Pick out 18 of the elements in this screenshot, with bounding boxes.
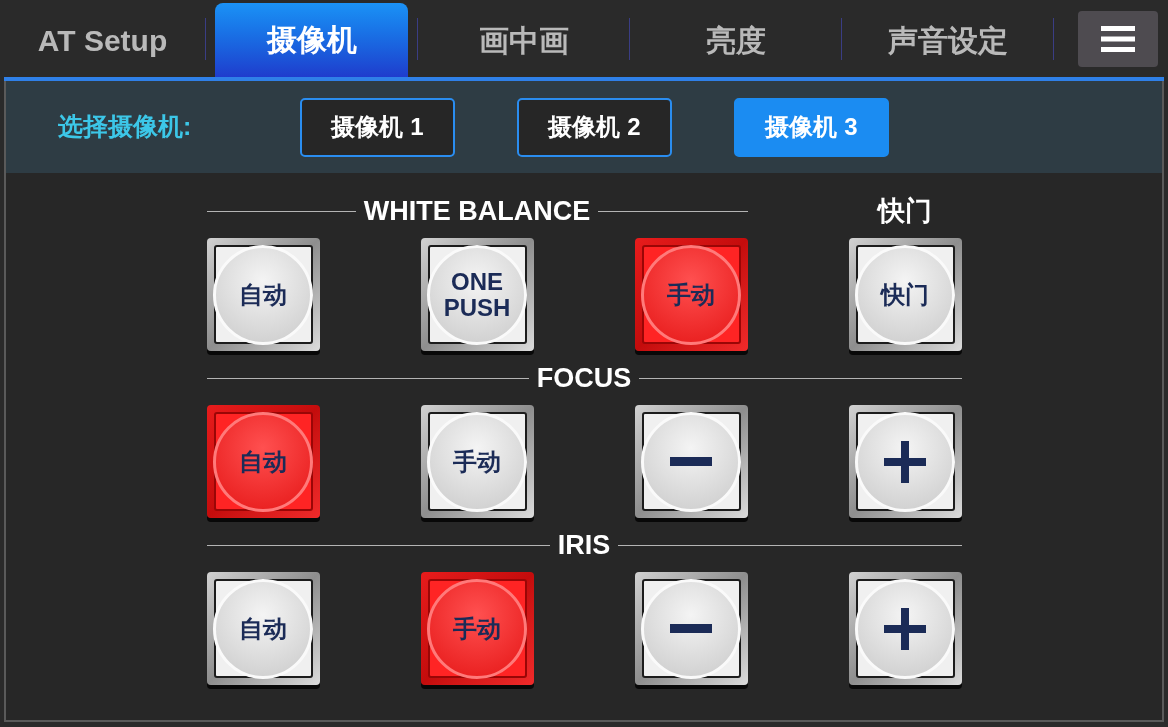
camera-button[interactable]: 摄像机 2 [517, 97, 672, 157]
tab[interactable]: 亮度 [705, 23, 766, 59]
section-title: WHITE BALANCE [363, 197, 591, 225]
section-title: FOCUS [536, 364, 632, 392]
minus-icon [670, 457, 712, 466]
tab[interactable]: 声音设定 [887, 23, 1008, 59]
tab[interactable]: 画中画 [478, 23, 569, 59]
menu-button[interactable] [1078, 11, 1158, 67]
tab[interactable]: AT Setup [37, 23, 168, 59]
plus-icon [884, 440, 926, 483]
section-title: 快门 [878, 197, 932, 225]
plus-icon [884, 607, 926, 650]
menu-icon [1101, 26, 1135, 52]
camera-select-label: 选择摄像机: [58, 112, 192, 141]
minus-icon [670, 624, 712, 633]
camera-button[interactable]: 摄像机 1 [300, 97, 455, 157]
tab[interactable]: 摄像机 [215, 3, 408, 77]
section-title: IRIS [557, 531, 611, 559]
